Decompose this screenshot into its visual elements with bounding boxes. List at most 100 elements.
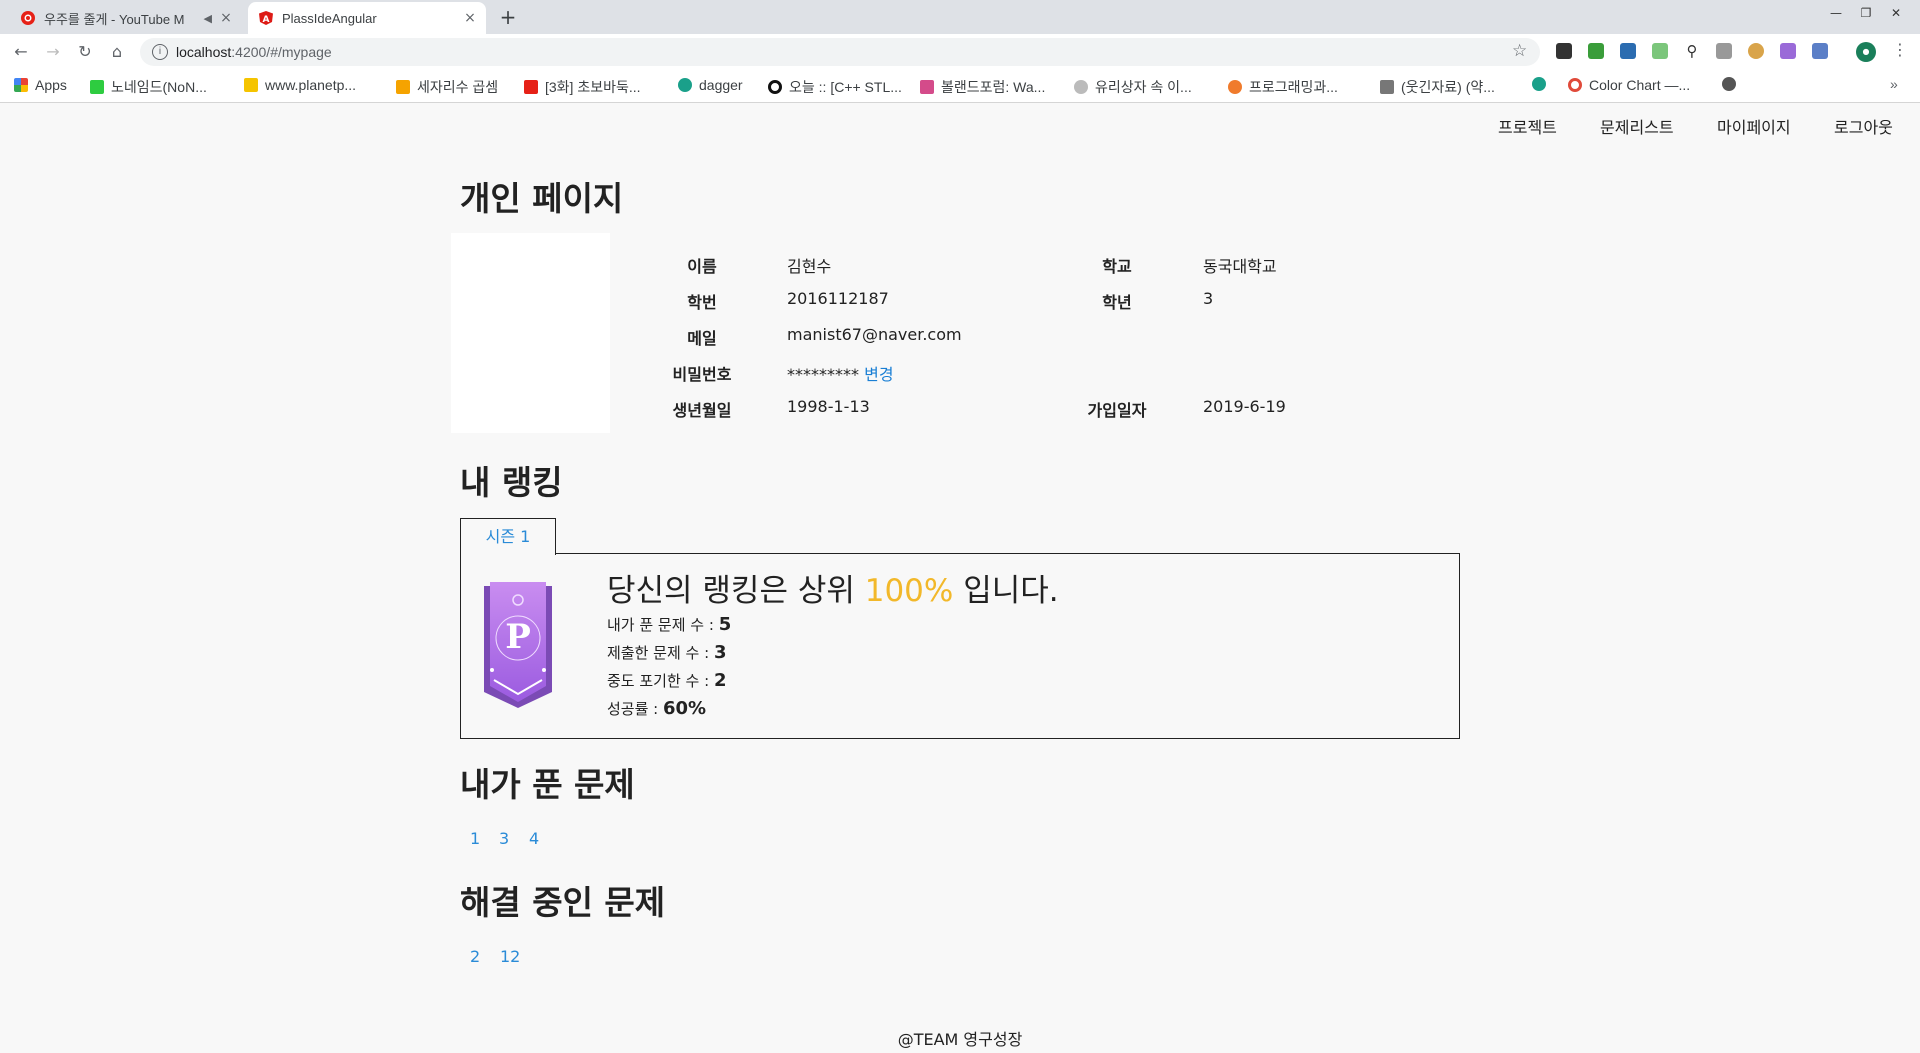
bookmark-favicon-icon bbox=[768, 80, 782, 94]
problem-link[interactable]: 4 bbox=[529, 829, 539, 848]
student-id-label: 학번 bbox=[687, 293, 717, 312]
student-id-value: 2016112187 bbox=[787, 289, 889, 308]
footer: @TEAM 영구성장 bbox=[897, 1030, 1023, 1049]
bookmark-favicon-icon bbox=[920, 80, 934, 94]
bookmark-item[interactable]: 노네임드(NoN... bbox=[90, 77, 207, 97]
browser-menu-icon[interactable]: ⋮ bbox=[1892, 40, 1908, 59]
password-row: ********* 변경 bbox=[787, 361, 894, 385]
angular-icon: A bbox=[258, 10, 274, 26]
submitted-count: 제출한 문제 수 : 3 bbox=[607, 642, 727, 663]
url-path: :4200/#/mypage bbox=[231, 44, 332, 60]
close-tab-icon[interactable]: × bbox=[460, 10, 480, 26]
birth-label: 생년월일 bbox=[672, 401, 732, 420]
year-value: 3 bbox=[1203, 289, 1214, 308]
bookmark-favicon-icon bbox=[1228, 80, 1242, 94]
profile-heading: 개인 페이지 bbox=[460, 179, 624, 218]
bookmark-item[interactable]: www.planetp... bbox=[244, 77, 356, 93]
gaveup-count: 중도 포기한 수 : 2 bbox=[607, 670, 727, 691]
tab-title: PlassIdeAngular bbox=[282, 10, 377, 26]
rank-percent: 100% bbox=[864, 573, 954, 609]
nav-mypage[interactable]: 마이페이지 bbox=[1717, 114, 1791, 138]
birth-value: 1998-1-13 bbox=[787, 397, 870, 416]
new-tab-button[interactable]: + bbox=[496, 5, 520, 29]
speaker-icon[interactable]: ◀ bbox=[204, 12, 212, 25]
nav-problem-list[interactable]: 문제리스트 bbox=[1600, 114, 1674, 138]
extension-screen-icon[interactable] bbox=[1620, 43, 1636, 59]
solved-problems-heading: 내가 푼 문제 bbox=[460, 765, 635, 804]
bookmark-star-icon[interactable]: ☆ bbox=[1512, 41, 1527, 61]
change-password-link[interactable]: 변경 bbox=[864, 365, 893, 384]
forward-icon[interactable]: → bbox=[42, 42, 64, 61]
bookmark-favicon-icon bbox=[1532, 77, 1546, 91]
school-label: 학교 bbox=[1102, 257, 1132, 276]
close-window-icon[interactable]: ✕ bbox=[1886, 6, 1906, 20]
profile-avatar bbox=[451, 233, 610, 433]
password-value: ********* bbox=[787, 365, 859, 384]
extension-cors-icon[interactable] bbox=[1588, 43, 1604, 59]
close-tab-icon[interactable]: × bbox=[216, 10, 236, 26]
home-icon[interactable]: ⌂ bbox=[106, 42, 128, 61]
profile-avatar-icon[interactable]: ● bbox=[1856, 42, 1876, 62]
svg-text:A: A bbox=[263, 15, 270, 25]
email-value: manist67@naver.com bbox=[787, 325, 962, 344]
tab-plasside[interactable]: A PlassIdeAngular × bbox=[248, 2, 486, 34]
bookmark-apps[interactable]: Apps bbox=[14, 77, 67, 93]
year-label: 학년 bbox=[1102, 293, 1132, 312]
youtube-icon bbox=[20, 10, 36, 26]
restore-icon[interactable]: ❐ bbox=[1856, 6, 1876, 20]
bookmark-item[interactable] bbox=[1532, 77, 1553, 91]
reload-icon[interactable]: ↻ bbox=[74, 42, 96, 61]
extension-camera-icon[interactable] bbox=[1716, 43, 1732, 59]
bookmarks-bar: Apps 노네임드(NoN... www.planetp... 세자리수 곱셈 … bbox=[0, 70, 1920, 103]
bookmark-item[interactable]: Color Chart —... bbox=[1568, 77, 1690, 93]
extension-purple-icon[interactable] bbox=[1780, 43, 1796, 59]
tab-title: 우주를 줄게 - YouTube M bbox=[44, 11, 185, 27]
svg-text:P: P bbox=[505, 617, 531, 657]
name-label: 이름 bbox=[687, 257, 717, 276]
bookmark-favicon-icon bbox=[1568, 78, 1582, 92]
extension-glasses-icon[interactable] bbox=[1556, 43, 1572, 59]
url-host: localhost bbox=[176, 44, 232, 60]
bookmark-item[interactable]: (웃긴자료) (약... bbox=[1380, 77, 1495, 97]
address-bar[interactable]: i localhost:4200/#/mypage bbox=[140, 38, 1540, 66]
bookmark-favicon-icon bbox=[90, 80, 104, 94]
extension-node-icon[interactable] bbox=[1652, 43, 1668, 59]
problem-link[interactable]: 1 bbox=[470, 829, 480, 848]
bookmark-item[interactable]: dagger bbox=[678, 77, 743, 93]
bookmark-item[interactable]: 볼랜드포럼: Wa... bbox=[920, 77, 1045, 97]
problem-link[interactable]: 12 bbox=[500, 947, 520, 966]
nav-projects[interactable]: 프로젝트 bbox=[1498, 114, 1557, 138]
extension-cookie-icon[interactable] bbox=[1748, 43, 1764, 59]
problem-link[interactable]: 2 bbox=[470, 947, 480, 966]
bookmark-item[interactable]: 오늘 :: [C++ STL... bbox=[768, 77, 902, 97]
ranking-heading: 내 랭킹 bbox=[460, 463, 563, 502]
ranking-title: 당신의 랭킹은 상위 100% 입니다. bbox=[607, 573, 1059, 609]
email-label: 메일 bbox=[687, 329, 717, 348]
school-value: 동국대학교 bbox=[1203, 257, 1277, 276]
nav-logout[interactable]: 로그아웃 bbox=[1834, 114, 1893, 138]
in-progress-heading: 해결 중인 문제 bbox=[460, 883, 666, 922]
tab-season-1[interactable]: 시즌 1 bbox=[460, 518, 556, 555]
more-bookmarks-icon[interactable]: » bbox=[1890, 76, 1898, 92]
bookmark-item[interactable]: 프로그래밍과... bbox=[1228, 77, 1338, 97]
extension-pen-icon[interactable] bbox=[1812, 43, 1828, 59]
extension-search-icon[interactable]: ⚲ bbox=[1684, 43, 1700, 59]
rank-badge-icon: P bbox=[478, 580, 558, 710]
bookmark-favicon-icon bbox=[244, 78, 258, 92]
browser-toolbar: ← → ↻ ⌂ i localhost:4200/#/mypage ☆ ⚲ ● … bbox=[0, 34, 1920, 70]
minimize-icon[interactable]: — bbox=[1826, 6, 1846, 20]
info-icon[interactable]: i bbox=[152, 44, 168, 60]
problem-link[interactable]: 3 bbox=[499, 829, 509, 848]
joined-label: 가입일자 bbox=[1087, 401, 1147, 420]
bookmark-favicon-icon bbox=[1380, 80, 1394, 94]
bookmark-item[interactable] bbox=[1722, 77, 1743, 91]
back-icon[interactable]: ← bbox=[10, 42, 32, 61]
apps-grid-icon bbox=[14, 78, 28, 92]
bookmark-favicon-icon bbox=[396, 80, 410, 94]
youtube-icon bbox=[524, 80, 538, 94]
bookmark-item[interactable]: 세자리수 곱셈 bbox=[396, 77, 498, 97]
bookmark-item[interactable]: [3화] 초보바둑... bbox=[524, 77, 641, 97]
tab-youtube[interactable]: 우주를 줄게 - YouTube M ◀ × bbox=[10, 2, 242, 34]
bookmark-item[interactable]: 유리상자 속 이... bbox=[1074, 77, 1192, 97]
bookmark-favicon-icon bbox=[678, 78, 692, 92]
